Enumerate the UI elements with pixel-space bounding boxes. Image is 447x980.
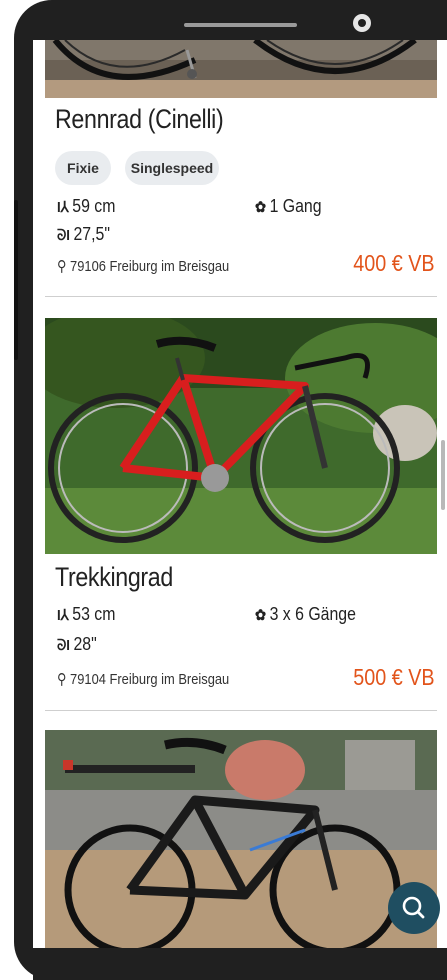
camera-icon [353, 14, 371, 32]
gears-spec: ✿ 1 Gang [255, 196, 322, 217]
location-text: 79106 Freiburg im Breisgau [70, 258, 230, 275]
location-text: 79104 Freiburg im Breisgau [70, 671, 230, 688]
divider [45, 296, 437, 297]
listing-card[interactable]: Trekkingrad I⅄ 53 cm ✿ 3 x 6 Gänge ᘐI 28" ⚲… [33, 318, 447, 708]
tag-chip[interactable]: Singlespeed [125, 151, 219, 185]
wheel-size-icon: ᘐI [57, 637, 70, 654]
listing-title[interactable]: Trekkingrad [55, 562, 173, 593]
location-pin-icon: ⚲ [57, 671, 67, 688]
gear-icon: ✿ [255, 199, 267, 216]
frame-size-icon: I⅄ [57, 199, 69, 216]
wheel-size-value: 27,5" [73, 224, 110, 244]
divider [45, 710, 437, 711]
listings-screen[interactable]: Rennrad (Cinelli) Fixie Singlespeed I⅄ 59… [33, 40, 447, 948]
gears-value: 1 Gang [269, 196, 322, 216]
wheel-size-value: 28" [73, 634, 97, 654]
listing-photo[interactable] [45, 318, 437, 554]
listing-price: 500 € VB [353, 664, 435, 690]
frame-size-spec: I⅄ 59 cm [57, 196, 115, 217]
gear-icon: ✿ [255, 607, 267, 624]
listing-card[interactable] [33, 730, 447, 948]
listing-photo[interactable] [45, 40, 437, 98]
frame-size-value: 59 cm [72, 196, 116, 216]
listing-photo[interactable] [45, 730, 437, 948]
frame-size-value: 53 cm [72, 604, 116, 624]
wheel-size-spec: ᘐI 28" [57, 634, 97, 655]
gears-value: 3 x 6 Gänge [269, 604, 356, 624]
tag-chip[interactable]: Fixie [55, 151, 111, 185]
wheel-size-icon: ᘐI [57, 227, 70, 244]
location-pin-icon: ⚲ [57, 258, 67, 275]
phone-side-button [14, 200, 18, 360]
wheel-size-spec: ᘐI 27,5" [57, 224, 110, 245]
frame-size-spec: I⅄ 53 cm [57, 604, 115, 625]
scrollbar[interactable] [441, 440, 445, 510]
frame-size-icon: I⅄ [57, 607, 69, 624]
speaker-grill [184, 23, 297, 27]
listing-card[interactable]: Rennrad (Cinelli) Fixie Singlespeed I⅄ 59… [33, 40, 447, 300]
location: ⚲ 79106 Freiburg im Breisgau [57, 257, 229, 275]
listing-title[interactable]: Rennrad (Cinelli) [55, 104, 224, 135]
bottom-bezel [33, 948, 447, 980]
search-button[interactable] [388, 882, 440, 934]
gears-spec: ✿ 3 x 6 Gänge [255, 604, 356, 625]
search-icon [402, 896, 425, 919]
listing-price: 400 € VB [353, 250, 435, 276]
location: ⚲ 79104 Freiburg im Breisgau [57, 670, 229, 688]
